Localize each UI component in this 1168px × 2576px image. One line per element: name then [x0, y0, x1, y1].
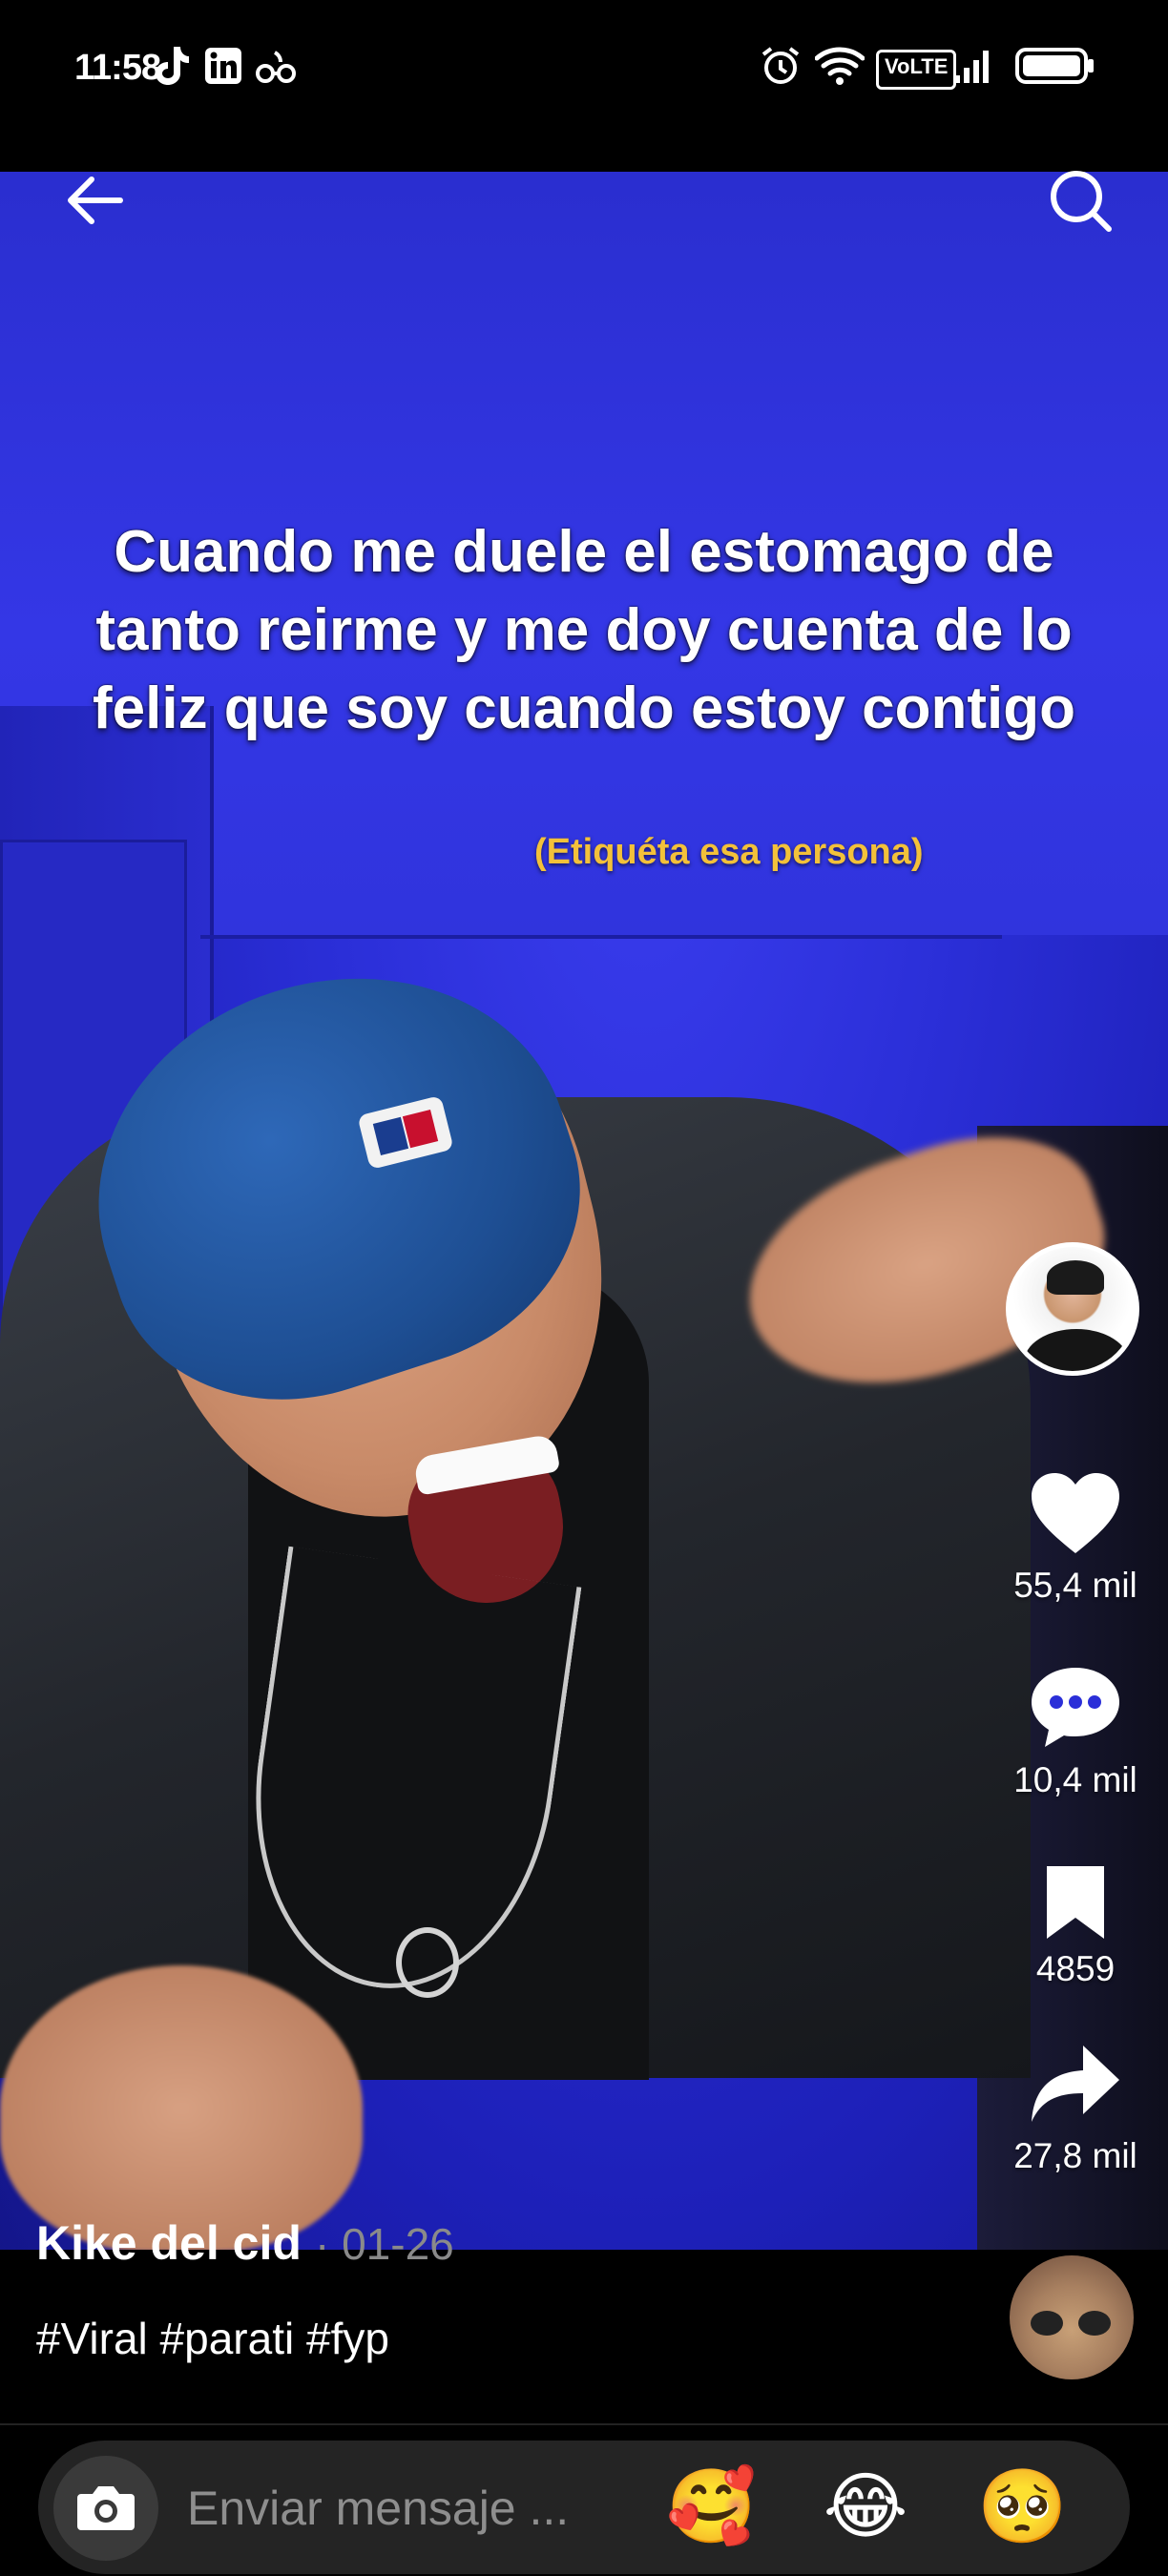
linkedin-icon: [204, 44, 242, 88]
share-count: 27,8 mil: [1013, 2136, 1137, 2175]
search-icon: [1051, 171, 1112, 232]
emoji-tears-of-joy[interactable]: 😂: [823, 2463, 908, 2549]
wifi-icon: [815, 44, 865, 88]
camera-icon: [77, 2486, 135, 2530]
tiktok-icon: [153, 44, 191, 88]
camera-button[interactable]: [53, 2456, 158, 2561]
volte-badge: VoLTE: [876, 50, 957, 90]
divider: [0, 2423, 1168, 2425]
author-name[interactable]: Kike del cid: [36, 2215, 302, 2271]
save-count: 4859: [1035, 1949, 1116, 1988]
status-bar: 11:58 VoLTE: [0, 0, 1168, 172]
alarm-icon: [760, 44, 802, 88]
creator-avatar[interactable]: [1006, 1242, 1139, 1376]
like-button[interactable]: 55,4 mil: [987, 1469, 1164, 1606]
post-hashtags[interactable]: #Viral #parati #fyp: [36, 2313, 389, 2364]
battery-icon: [1015, 44, 1095, 88]
heart-icon: [1032, 1473, 1119, 1553]
share-button[interactable]: 27,8 mil: [987, 2042, 1164, 2176]
bookmark-icon: [1047, 1866, 1104, 1939]
arrow-left-icon: [68, 177, 123, 224]
post-date: · 01-26: [315, 2219, 454, 2269]
comment-icon: [1032, 1668, 1119, 1747]
video-person-hand: [0, 1965, 363, 2252]
status-time: 11:58: [74, 48, 161, 88]
comment-count: 10,4 mil: [1013, 1760, 1137, 1799]
back-button[interactable]: [57, 162, 134, 239]
sound-disc[interactable]: [1010, 2255, 1134, 2379]
emoji-pleading[interactable]: 🥺: [977, 2463, 1068, 2549]
search-button[interactable]: [1040, 160, 1120, 240]
video-caption: Cuando me duele el estomago de tanto rei…: [92, 519, 1076, 741]
emoji-smiling-hearts[interactable]: 🥰: [666, 2463, 757, 2549]
comment-button[interactable]: 10,4 mil: [987, 1664, 1164, 1800]
video-caption-sub: (Etiquéta esa persona): [534, 832, 924, 872]
save-button[interactable]: 4859: [987, 1864, 1164, 1989]
notification-icon: [256, 44, 298, 88]
video-person-pendant: [396, 1927, 459, 1998]
like-count: 55,4 mil: [1013, 1566, 1137, 1605]
signal-icon: [952, 44, 994, 88]
share-arrow-icon: [1032, 2046, 1119, 2122]
message-input[interactable]: Enviar mensaje ...: [187, 2481, 569, 2536]
video-ceiling-line: [200, 935, 1002, 939]
